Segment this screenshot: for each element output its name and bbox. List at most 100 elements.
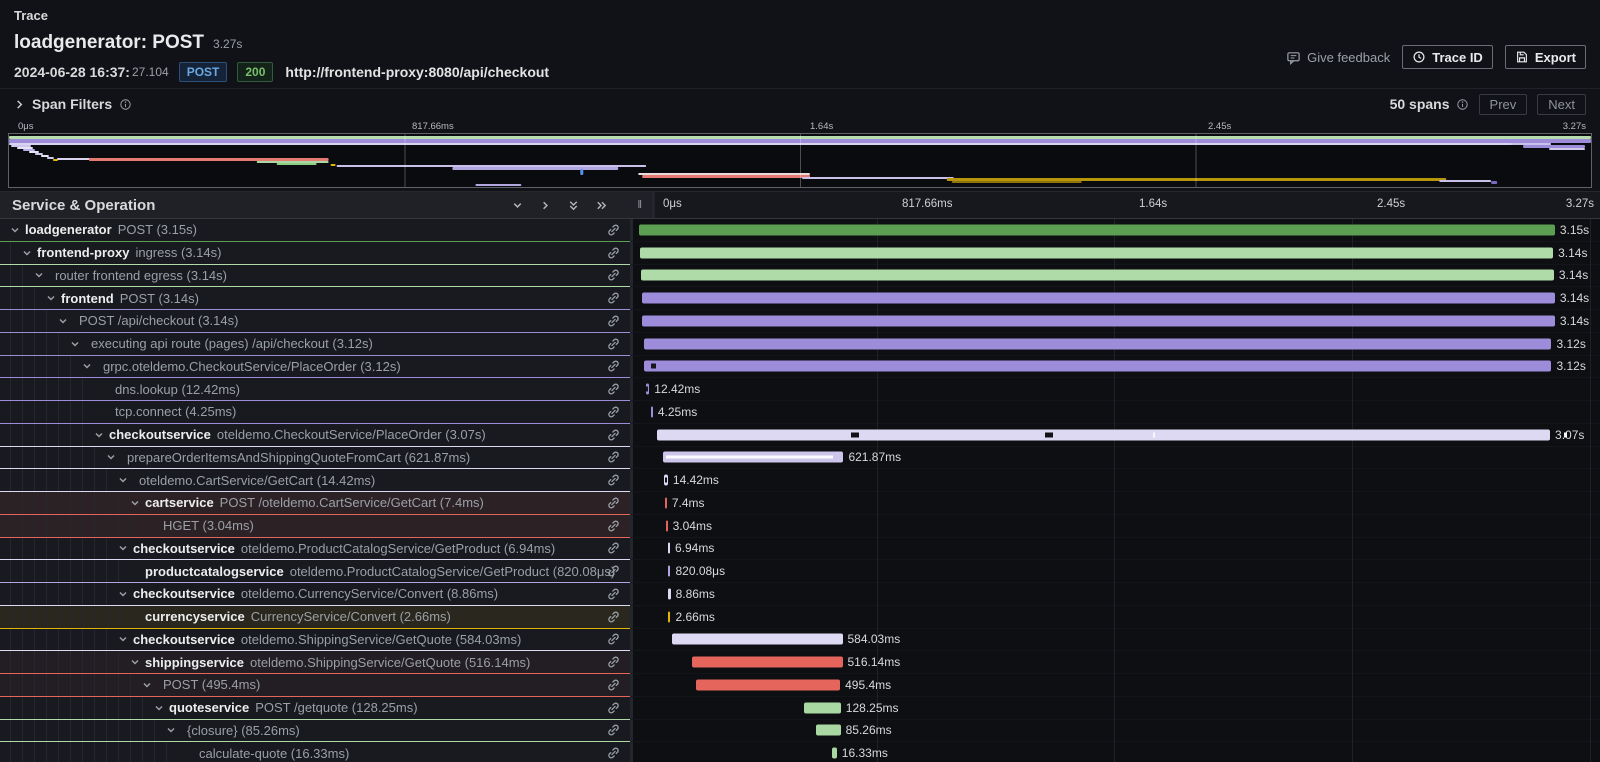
link-icon[interactable] [606, 655, 621, 670]
table-row[interactable]: loadgenerator POST (3.15s) 3.15s [0, 219, 1600, 242]
span-name-cell[interactable]: POST (495.4ms) [0, 674, 630, 697]
span-bar[interactable] [692, 657, 842, 668]
table-row[interactable]: currencyservice CurrencyService/Convert … [0, 606, 1600, 629]
span-bar[interactable] [644, 361, 1551, 372]
chevron-down-icon[interactable] [10, 225, 20, 235]
link-icon[interactable] [606, 313, 621, 328]
chevron-down-icon[interactable] [118, 475, 128, 485]
span-bar-cell[interactable]: 3.14s [630, 265, 1600, 288]
span-name-cell[interactable]: currencyservice CurrencyService/Convert … [0, 606, 630, 629]
chevron-down-icon[interactable] [166, 725, 176, 735]
span-bar-cell[interactable]: 3.15s [630, 219, 1600, 242]
span-name-cell[interactable]: tcp.connect (4.25ms) [0, 401, 630, 424]
chevron-down-icon[interactable] [22, 248, 32, 258]
span-bar[interactable] [816, 725, 841, 736]
span-name-cell[interactable]: frontend-proxy ingress (3.14s) [0, 242, 630, 265]
table-row[interactable]: checkoutservice oteldemo.ProductCatalogS… [0, 538, 1600, 561]
span-name-cell[interactable]: quoteservice POST /getquote (128.25ms) [0, 697, 630, 720]
span-name-cell[interactable]: prepareOrderItemsAndShippingQuoteFromCar… [0, 447, 630, 470]
span-bar[interactable] [668, 543, 670, 554]
link-icon[interactable] [606, 268, 621, 283]
link-icon[interactable] [606, 473, 621, 488]
span-bar-cell[interactable]: 3.12s [630, 356, 1600, 379]
span-bar-cell[interactable]: 621.87ms [630, 447, 1600, 470]
span-bar-cell[interactable]: 7.4ms [630, 492, 1600, 515]
span-bar-cell[interactable]: 3.14s [630, 310, 1600, 333]
chevron-down-icon[interactable] [118, 589, 128, 599]
span-bar[interactable] [657, 429, 1550, 440]
span-name-cell[interactable]: {closure} (85.26ms) [0, 720, 630, 743]
span-bar[interactable] [665, 497, 667, 508]
span-bar[interactable] [666, 520, 668, 531]
span-bar-cell[interactable]: 128.25ms [630, 697, 1600, 720]
span-bar-cell[interactable]: 3.04ms [630, 515, 1600, 538]
span-bar[interactable] [668, 611, 670, 622]
span-bar[interactable] [696, 679, 840, 690]
span-bar-cell[interactable]: 3.14s [630, 287, 1600, 310]
chevron-down-icon[interactable] [70, 339, 80, 349]
link-icon[interactable] [606, 609, 621, 624]
link-icon[interactable] [606, 495, 621, 510]
link-icon[interactable] [606, 245, 621, 260]
info-icon[interactable] [1456, 98, 1469, 111]
table-row[interactable]: POST /api/checkout (3.14s) 3.14s [0, 310, 1600, 333]
chevron-down-icon[interactable] [46, 293, 56, 303]
span-bar-cell[interactable]: 85.26ms [630, 720, 1600, 743]
table-row[interactable]: quoteservice POST /getquote (128.25ms) 1… [0, 697, 1600, 720]
table-row[interactable]: calculate-quote (16.33ms) 16.33ms [0, 742, 1600, 762]
table-row[interactable]: checkoutservice oteldemo.CurrencyService… [0, 583, 1600, 606]
link-icon[interactable] [606, 291, 621, 306]
link-icon[interactable] [606, 632, 621, 647]
span-bar[interactable] [832, 748, 837, 759]
link-icon[interactable] [606, 700, 621, 715]
span-name-cell[interactable]: cartservice POST /oteldemo.CartService/G… [0, 492, 630, 515]
link-icon[interactable] [606, 427, 621, 442]
collapse-all-icon[interactable] [567, 199, 580, 212]
link-icon[interactable] [606, 404, 621, 419]
table-row[interactable]: checkoutservice oteldemo.ShippingService… [0, 629, 1600, 652]
span-bar[interactable] [651, 406, 653, 417]
span-bar-cell[interactable]: 8.86ms [630, 583, 1600, 606]
span-name-cell[interactable]: executing api route (pages) /api/checkou… [0, 333, 630, 356]
table-row[interactable]: grpc.oteldemo.CheckoutService/PlaceOrder… [0, 356, 1600, 379]
span-bar[interactable] [668, 588, 671, 599]
link-icon[interactable] [606, 746, 621, 761]
span-bar-cell[interactable]: 3.07s [630, 424, 1600, 447]
link-icon[interactable] [606, 359, 621, 374]
collapse-one-icon[interactable] [511, 199, 524, 212]
span-bar[interactable] [668, 566, 670, 577]
span-bar-cell[interactable]: 2.66ms [630, 606, 1600, 629]
span-name-cell[interactable]: HGET (3.04ms) [0, 515, 630, 538]
span-name-cell[interactable]: shippingservice oteldemo.ShippingService… [0, 651, 630, 674]
table-row[interactable]: {closure} (85.26ms) 85.26ms [0, 720, 1600, 743]
span-bar[interactable] [641, 270, 1554, 281]
span-name-cell[interactable]: checkoutservice oteldemo.ShippingService… [0, 629, 630, 652]
export-button[interactable]: Export [1505, 45, 1586, 69]
table-row[interactable]: frontend POST (3.14s) 3.14s [0, 287, 1600, 310]
span-name-cell[interactable]: grpc.oteldemo.CheckoutService/PlaceOrder… [0, 356, 630, 379]
link-icon[interactable] [606, 677, 621, 692]
span-bar-cell[interactable]: 16.33ms [630, 742, 1600, 762]
span-name-cell[interactable]: frontend POST (3.14s) [0, 287, 630, 310]
table-row[interactable]: checkoutservice oteldemo.CheckoutService… [0, 424, 1600, 447]
chevron-down-icon[interactable] [130, 498, 140, 508]
chevron-down-icon[interactable] [130, 657, 140, 667]
span-bar-cell[interactable]: 516.14ms [630, 651, 1600, 674]
link-icon[interactable] [606, 382, 621, 397]
span-bar[interactable] [644, 338, 1551, 349]
table-row[interactable]: POST (495.4ms) 495.4ms [0, 674, 1600, 697]
table-row[interactable]: dns.lookup (12.42ms) 12.42ms [0, 378, 1600, 401]
span-name-cell[interactable]: router frontend egress (3.14s) [0, 265, 630, 288]
table-row[interactable]: oteldemo.CartService/GetCart (14.42ms) 1… [0, 469, 1600, 492]
span-name-cell[interactable]: loadgenerator POST (3.15s) [0, 219, 630, 242]
span-name-cell[interactable]: productcatalogservice oteldemo.ProductCa… [0, 560, 630, 583]
span-bar-cell[interactable]: 14.42ms [630, 469, 1600, 492]
table-row[interactable]: cartservice POST /oteldemo.CartService/G… [0, 492, 1600, 515]
link-icon[interactable] [606, 586, 621, 601]
span-bar[interactable] [642, 293, 1555, 304]
span-bar-cell[interactable]: 820.08μs [630, 560, 1600, 583]
span-bar-cell[interactable]: 584.03ms [630, 629, 1600, 652]
chevron-down-icon[interactable] [106, 452, 116, 462]
expand-all-icon[interactable] [595, 199, 608, 212]
prev-span-button[interactable]: Prev [1479, 94, 1528, 115]
